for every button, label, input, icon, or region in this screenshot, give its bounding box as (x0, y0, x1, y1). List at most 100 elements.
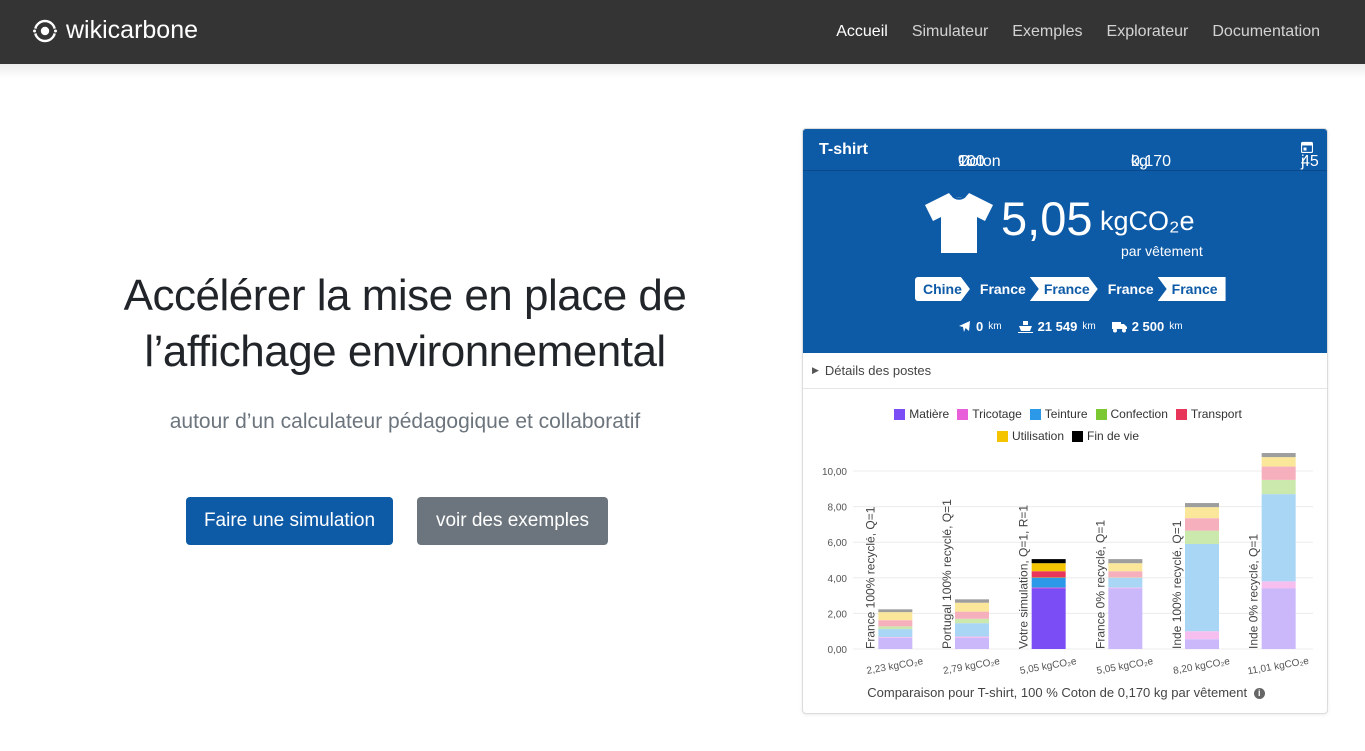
sea-distance: 21 549 (1037, 319, 1078, 334)
details-label: Détails des postes (824, 363, 932, 378)
total-label: 11,01 kgCO₂e (1247, 656, 1310, 678)
bar-segment-teinture (1031, 577, 1066, 588)
bar-segment-transport (1031, 571, 1066, 578)
bar-segment-tricotage (878, 637, 913, 638)
bar-segment-utilisation (955, 602, 989, 612)
tshirt-icon (925, 193, 993, 253)
production-steps: Chine France France France France (915, 277, 1226, 301)
bar-segment-confection (955, 618, 989, 624)
y-tick-label: 8,00 (828, 503, 848, 514)
score-value: 5,05 (1001, 192, 1093, 245)
hero-title: Accélérer la mise en place de l’affichag… (60, 268, 750, 380)
bar-segment-transport (1108, 571, 1143, 578)
category-label: Inde 100% recyclé, Q=1 (1170, 520, 1184, 649)
material-name: Coton (958, 153, 1001, 170)
bar-segment-transport (878, 620, 913, 627)
bar-segment-utilisation (1185, 507, 1219, 519)
calendar-icon (1301, 141, 1313, 153)
bar-segment-transport (1261, 466, 1296, 480)
category-label: Inde 0% recyclé, Q=1 (1247, 534, 1261, 649)
bar-segment-matiere (1185, 639, 1219, 649)
score-per-unit: par vêtement (1121, 243, 1203, 259)
bar-segment-tricotage (1185, 631, 1219, 640)
bar-segment-transport (1185, 518, 1219, 531)
bar-segment-tricotage (1108, 587, 1143, 589)
nav-link-exemples[interactable]: Exemples (1012, 23, 1082, 41)
mass-unit: kg (1131, 153, 1148, 170)
ship-icon (1017, 321, 1033, 333)
product-name: T-shirt (819, 141, 868, 158)
nav-link-explorateur[interactable]: Explorateur (1107, 23, 1189, 41)
bar-segment-confection (878, 626, 913, 630)
navbar-shadow (0, 64, 1365, 78)
category-label: Votre simulation, Q=1, R=1 (1017, 505, 1031, 649)
nav-link-documentation[interactable]: Documentation (1212, 23, 1320, 41)
nav-link-accueil[interactable]: Accueil (836, 23, 888, 41)
bar-segment-tricotage (1261, 581, 1296, 589)
bar-segment-matiere (878, 637, 913, 649)
category-label: France 100% recyclé, Q=1 (863, 506, 877, 649)
bar-segment-matiere (955, 637, 989, 649)
card-header: T-shirt 100 % Coton 0,170 kg 45 j (803, 129, 1327, 171)
bar-segment-matiere (1108, 588, 1143, 649)
y-tick-label: 2,00 (828, 609, 848, 620)
step-dyeing-country: France (1030, 277, 1098, 301)
total-label: 5,05 kgCO₂e (1096, 656, 1155, 677)
bar-segment-teinture (1108, 577, 1143, 588)
bar-segment-transport (955, 611, 989, 619)
air-distance: 0 (976, 319, 984, 334)
y-tick-label: 10,00 (822, 467, 847, 478)
bar-segment-fin-de-vie (1185, 503, 1219, 508)
y-tick-label: 0,00 (828, 645, 848, 656)
bar-segment-teinture (955, 623, 989, 637)
bar-segment-fin-de-vie (1031, 559, 1066, 564)
bar-segment-utilisation (1261, 457, 1296, 467)
bar-segment-fin-de-vie (878, 609, 913, 613)
bar-segment-utilisation (1108, 563, 1143, 572)
duration-summary: 45 j (1301, 141, 1319, 170)
category-label: Portugal 100% recyclé, Q=1 (940, 499, 954, 649)
step-distribution-country: France (1157, 277, 1226, 301)
logo-icon (32, 19, 58, 42)
top-navbar: wikicarbone Accueil Simulateur Exemples … (0, 0, 1365, 64)
category-label: France 0% recyclé, Q=1 (1093, 520, 1107, 649)
plane-icon (959, 321, 970, 332)
impact-card: T-shirt 100 % Coton 0,170 kg 45 j 5,05 k… (802, 128, 1328, 714)
see-examples-button[interactable]: voir des exemples (417, 497, 608, 545)
sea-distance-unit: km (1082, 321, 1096, 332)
start-simulation-button[interactable]: Faire une simulation (186, 497, 393, 545)
main-nav: Accueil Simulateur Exemples Explorateur … (836, 0, 1320, 64)
transport-air: 0 km (958, 319, 1002, 334)
step-making-country: France (1094, 277, 1162, 301)
chart-caption-text: Comparaison pour T-shirt, 100 % Coton de… (867, 685, 1248, 700)
bar-segment-fin-de-vie (1261, 453, 1296, 458)
bar-segment-matiere (1031, 588, 1066, 649)
total-label: 2,79 kgCO₂e (942, 656, 1001, 677)
brand-name: wikicarbone (66, 16, 199, 44)
bar-segment-fin-de-vie (955, 599, 989, 603)
chart-plot: 0,00 2,00 4,00 6,00 8,00 10,00 France 100% rec… (822, 453, 1313, 678)
truck-icon (1111, 321, 1127, 332)
bar-segment-teinture (1261, 494, 1296, 582)
info-icon[interactable]: i (1253, 688, 1265, 700)
nav-link-simulateur[interactable]: Simulateur (912, 23, 988, 41)
road-distance-unit: km (1169, 321, 1183, 332)
total-label: 5,05 kgCO₂e (1019, 656, 1078, 677)
bar-segment-tricotage (955, 636, 989, 638)
hero-title-line2: l’affichage environnemental (144, 327, 666, 376)
score-unit: kgCO₂e (1100, 206, 1195, 236)
duration-unit: j (1301, 153, 1305, 170)
total-label: 2,23 kgCO₂e (866, 656, 925, 677)
y-tick-label: 4,00 (828, 574, 848, 585)
brand-link[interactable]: wikicarbone (32, 16, 198, 45)
comparison-chart: Matière Tricotage Teinture Confection Transp… (803, 399, 1327, 713)
road-distance: 2 500 (1131, 319, 1165, 334)
bar-segment-utilisation (1031, 563, 1066, 572)
score-panel: 5,05 kgCO₂e par vêtement Chine France Fr… (803, 171, 1327, 353)
step-material-country: Chine (915, 277, 970, 301)
bar-segment-matiere (1261, 588, 1296, 649)
y-tick-label: 6,00 (828, 538, 848, 549)
details-toggle[interactable]: ▶ Détails des postes (803, 353, 1327, 389)
chart-caption: Comparaison pour T-shirt, 100 % Coton de… (803, 685, 1327, 700)
bar-segment-confection (1185, 530, 1219, 544)
